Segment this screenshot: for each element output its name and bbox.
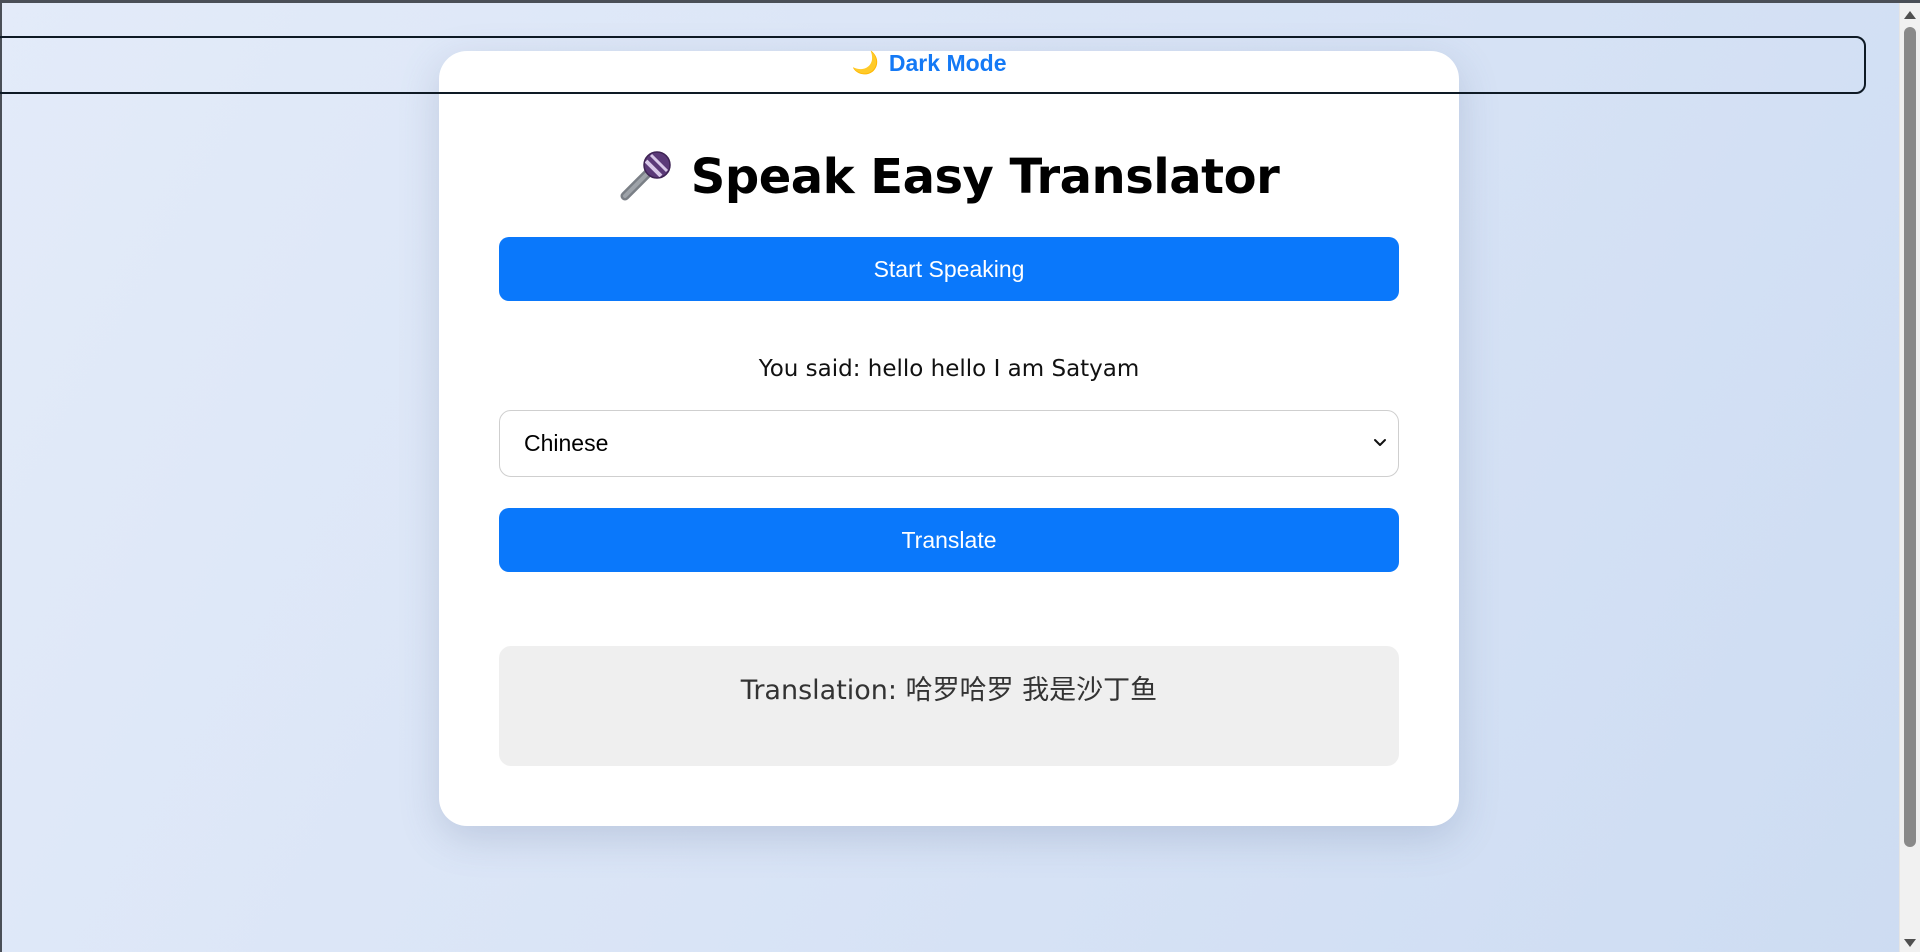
scroll-down-arrow-icon[interactable]	[1904, 939, 1916, 947]
microphone-icon	[619, 150, 673, 202]
dark-mode-toggle-button[interactable]: 🌙 Dark Mode	[0, 36, 1866, 94]
start-speaking-button[interactable]: Start Speaking	[499, 237, 1399, 301]
scroll-up-arrow-icon[interactable]	[1904, 11, 1916, 19]
vertical-scrollbar[interactable]	[1899, 3, 1920, 952]
scrollbar-thumb[interactable]	[1904, 27, 1916, 847]
translator-card: Speak Easy Translator Start Speaking You…	[439, 51, 1459, 826]
translation-result-text: Translation: 哈罗哈罗 我是沙丁鱼	[740, 675, 1158, 706]
dark-mode-label: Dark Mode	[888, 49, 1007, 76]
page-frame	[0, 3, 2, 952]
language-select-value: Chinese	[524, 430, 609, 456]
page-title-text: Speak Easy Translator	[690, 149, 1280, 205]
translate-button[interactable]: Translate	[499, 508, 1399, 572]
translation-result-box: Translation: 哈罗哈罗 我是沙丁鱼	[499, 646, 1399, 766]
recognized-speech-text: You said: hello hello I am Satyam	[758, 356, 1140, 382]
moon-icon: 🌙	[851, 50, 879, 75]
language-select[interactable]: Chinese	[499, 410, 1399, 477]
page-title: Speak Easy Translator	[439, 149, 1459, 206]
chevron-down-icon	[1372, 435, 1388, 451]
